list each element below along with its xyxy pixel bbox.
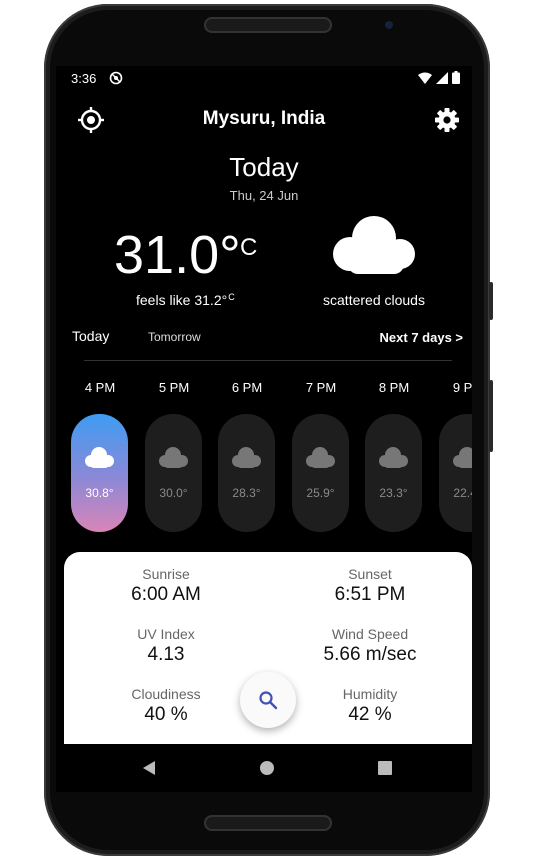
cloud-icon — [379, 447, 408, 468]
sunset-cell: Sunset 6:51 PM — [268, 566, 472, 606]
feels-like-text: feels like 31.2° — [136, 292, 228, 308]
app-header: Mysuru, India — [56, 102, 472, 136]
feels-like-unit: C — [228, 292, 235, 302]
sunrise-value: 6:00 AM — [131, 584, 201, 605]
current-temperature: 31.0° — [114, 225, 241, 285]
hourly-card[interactable]: 25.9° — [292, 414, 349, 532]
hourly-temp: 22.4° — [453, 486, 472, 500]
hourly-temp: 25.9° — [306, 486, 335, 500]
status-bar: 3:36 — [56, 66, 472, 90]
front-camera — [385, 21, 393, 29]
wind-speed-value: 5.66 m/sec — [323, 644, 417, 665]
hour-time: 7 PM — [305, 380, 337, 395]
hourly-card[interactable]: 30.8° — [71, 414, 128, 532]
hourly-card[interactable]: 23.3° — [365, 414, 422, 532]
bottom-speaker — [204, 815, 332, 831]
hourly-card[interactable]: 28.3° — [218, 414, 275, 532]
cloud-icon — [328, 212, 420, 283]
weather-condition: scattered clouds — [323, 292, 425, 308]
power-button — [489, 380, 493, 452]
hourly-card[interactable]: 30.0° — [145, 414, 202, 532]
feels-like: feels like 31.2°C — [136, 292, 235, 308]
sunrise-label: Sunrise — [142, 566, 190, 582]
settings-button[interactable] — [432, 105, 462, 135]
hourly-temp: 28.3° — [232, 486, 261, 500]
gear-icon — [435, 108, 459, 132]
hour-time: 6 PM — [231, 380, 263, 395]
city-name: Mysuru, India — [202, 108, 326, 129]
battery-icon — [452, 71, 460, 84]
cloud-icon — [453, 447, 472, 468]
back-triangle-icon[interactable] — [141, 760, 157, 776]
hour-time: 4 PM — [84, 380, 116, 395]
tab-tomorrow[interactable]: Tomorrow — [148, 330, 201, 344]
sunrise-cell: Sunrise 6:00 AM — [64, 566, 268, 606]
next-7-days-link[interactable]: Next 7 days > — [380, 330, 463, 345]
screen: 3:36 Mysuru, India Today Thu, 24 Jun 31.… — [56, 66, 472, 792]
uv-index-cell: UV Index 4.13 — [64, 626, 268, 666]
wind-speed-cell: Wind Speed 5.66 m/sec — [268, 626, 472, 666]
cloud-icon — [85, 447, 114, 468]
cloud-icon — [232, 447, 261, 468]
cloud-icon — [306, 447, 335, 468]
wifi-icon — [418, 72, 432, 84]
volume-button — [489, 282, 493, 320]
hour-time: 9 PM — [452, 380, 472, 395]
search-button[interactable] — [240, 672, 296, 728]
recents-square-icon[interactable] — [377, 760, 393, 776]
sunset-value: 6:51 PM — [334, 584, 406, 605]
cloudiness-value: 40 % — [144, 704, 188, 725]
humidity-cell: Humidity 42 % — [268, 686, 472, 726]
hourly-temp: 30.8° — [85, 486, 114, 500]
hourly-card[interactable]: 22.4° — [439, 414, 472, 532]
navigation-bar — [56, 744, 472, 792]
home-circle-icon[interactable] — [259, 760, 275, 776]
today-heading: Today — [229, 152, 299, 182]
cloud-icon — [159, 447, 188, 468]
app-notification-icon — [109, 71, 123, 90]
hourly-temp: 23.3° — [379, 486, 408, 500]
wind-speed-label: Wind Speed — [331, 626, 409, 642]
sunset-label: Sunset — [348, 566, 392, 582]
hour-time: 5 PM — [158, 380, 190, 395]
top-speaker — [204, 17, 332, 33]
uv-index-value: 4.13 — [147, 644, 185, 665]
uv-index-label: UV Index — [137, 626, 195, 642]
humidity-label: Humidity — [342, 686, 398, 702]
humidity-value: 42 % — [348, 704, 392, 725]
cloudiness-cell: Cloudiness 40 % — [64, 686, 268, 726]
hour-time: 8 PM — [378, 380, 410, 395]
status-icons — [418, 71, 460, 84]
temperature-unit: C — [240, 234, 258, 261]
date-label: Thu, 24 Jun — [229, 188, 299, 203]
hourly-temp: 30.0° — [159, 486, 188, 500]
divider — [84, 360, 452, 361]
search-icon — [259, 691, 278, 710]
status-time: 3:36 — [71, 71, 97, 86]
signal-icon — [436, 71, 448, 84]
cloudiness-label: Cloudiness — [131, 686, 201, 702]
tab-today[interactable]: Today — [72, 328, 109, 344]
